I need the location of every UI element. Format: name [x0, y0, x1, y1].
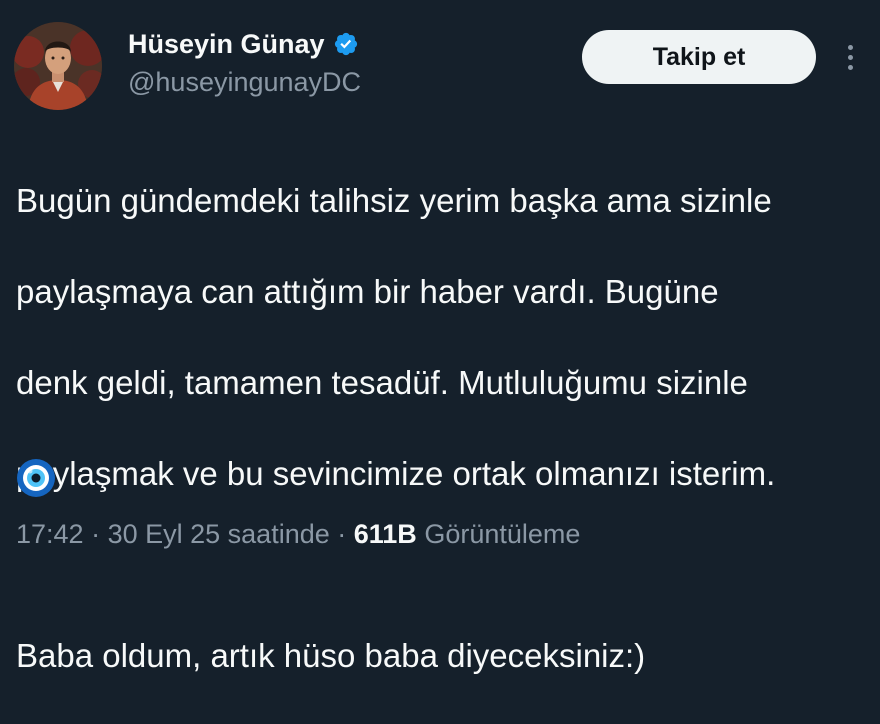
tweet-time-suffix: saatinde	[220, 519, 330, 549]
tweet-text-line: paylaşmak ve bu sevincimize ortak olmanı…	[16, 454, 776, 492]
tweet-meta: 17:42 · 30 Eyl 25 saatinde · 611B Görünt…	[16, 518, 580, 550]
tweet-date[interactable]: 30 Eyl 25	[108, 519, 221, 549]
more-dot	[847, 44, 853, 50]
tweet-text-line: Bugün gündemdeki talihsiz yerim başka am…	[16, 181, 772, 219]
tweet-card: Hüseyin Günay @huseyingunayDC Takip et B…	[0, 0, 880, 674]
avatar[interactable]	[14, 22, 102, 110]
nazar-boncugu-icon	[17, 459, 55, 497]
meta-separator: ·	[329, 519, 354, 549]
verified-badge-icon[interactable]	[333, 31, 359, 57]
author-handle[interactable]: @huseyingunayDC	[128, 66, 361, 98]
meta-separator: ·	[83, 519, 108, 549]
views-count[interactable]: 611B	[354, 519, 417, 549]
tweet-time[interactable]: 17:42	[16, 519, 84, 549]
tweet-text-line: paylaşmaya can attığım bir haber vardı. …	[16, 272, 719, 310]
views-label: Görüntüleme	[416, 519, 581, 549]
avatar-photo	[14, 22, 102, 110]
tweet-text-line: denk geldi, tamamen tesadüf. Mutluluğumu…	[16, 363, 748, 401]
tweet-text: Bugün gündemdeki talihsiz yerim başka am…	[16, 132, 876, 724]
author-name-text[interactable]: Hüseyin Günay	[128, 28, 325, 60]
more-dot	[847, 64, 853, 70]
more-vertical-icon[interactable]	[838, 38, 862, 76]
author-name[interactable]: Hüseyin Günay	[128, 28, 359, 60]
tweet-text-line: Baba oldum, artık hüso baba diyeceksiniz…	[16, 637, 646, 674]
follow-button[interactable]: Takip et	[582, 30, 816, 84]
more-dot	[847, 54, 853, 60]
